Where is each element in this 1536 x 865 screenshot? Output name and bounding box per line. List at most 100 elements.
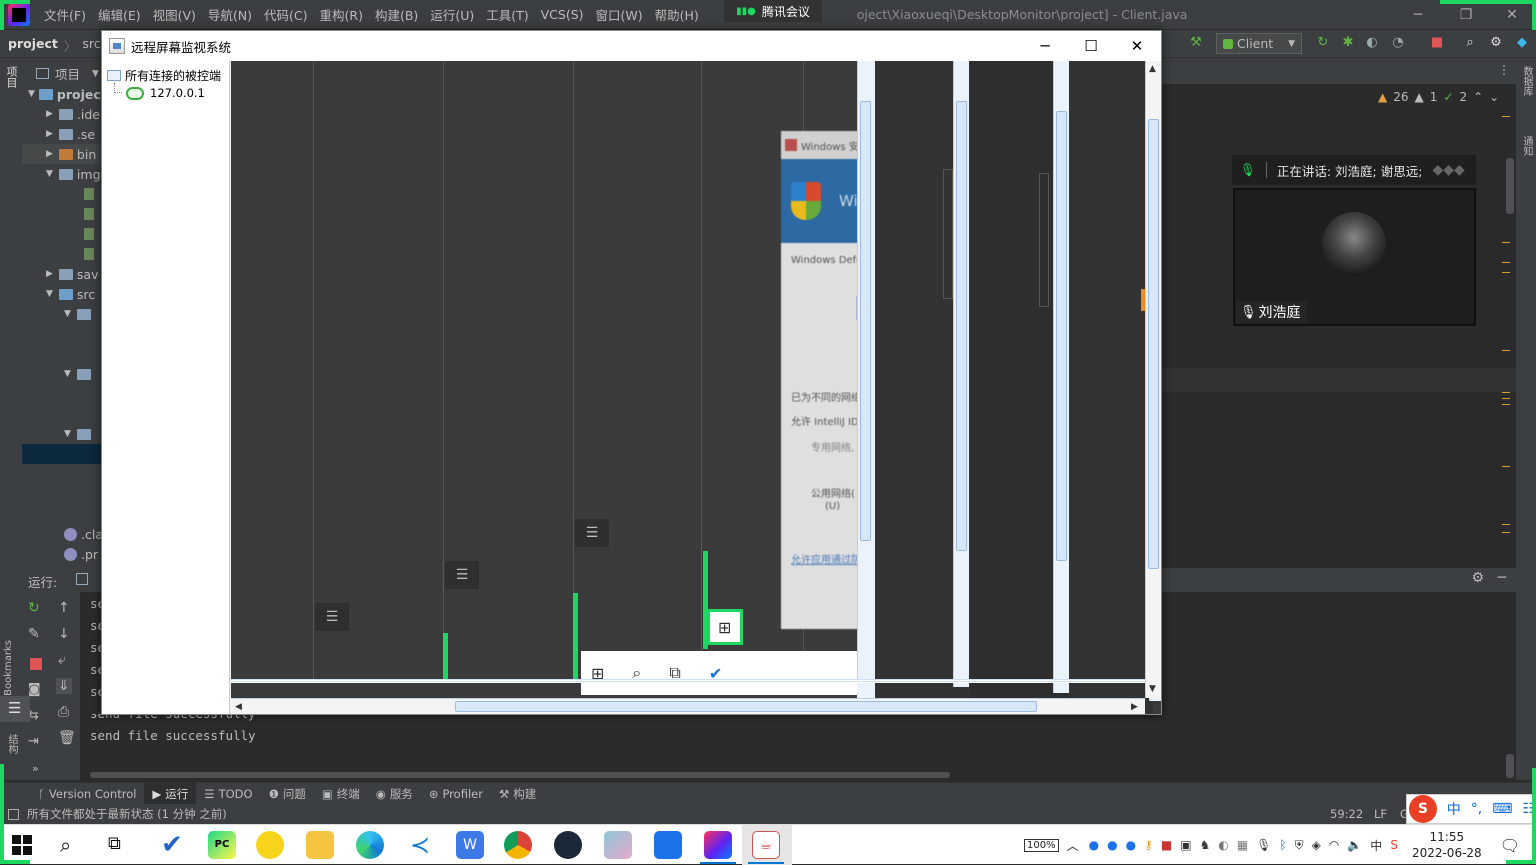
database-tool-button[interactable]: 数据库 (1518, 66, 1534, 96)
monitor-vscroll-thumb[interactable] (1148, 119, 1159, 569)
tray-app-icon[interactable]: ● (1089, 838, 1099, 852)
scroll-to-end-icon[interactable]: ⇓ (56, 678, 72, 694)
scroll-left-arrow-icon[interactable]: ◀ (235, 701, 242, 713)
scroll-down-arrow-icon[interactable]: ▼ (1149, 683, 1156, 695)
scroll-right-arrow-icon[interactable]: ▶ (1131, 701, 1138, 713)
tray-app-icon[interactable]: ■ (1161, 838, 1172, 852)
windows-start-icon[interactable] (12, 835, 32, 855)
run-tab-icon[interactable] (76, 573, 88, 585)
task-view-icon[interactable]: ⧉ (108, 833, 121, 854)
edge-icon[interactable] (356, 831, 384, 859)
microsoft-todo-icon[interactable]: ✔ (158, 831, 186, 859)
status-toggle-icon[interactable] (8, 808, 19, 820)
camera-icon[interactable]: ◙ (28, 682, 41, 697)
tree-client-node[interactable]: 127.0.0.1 (126, 86, 205, 100)
structure-active-icon[interactable]: ☰ (0, 696, 30, 722)
trash-icon[interactable]: 🗑 (58, 730, 76, 746)
wrench-icon[interactable]: ✎ (28, 626, 40, 642)
more-actions-icon[interactable]: » (32, 762, 39, 775)
menu-tools[interactable]: 工具(T) (480, 5, 534, 24)
tab-todo[interactable]: ☰ TODO (196, 783, 260, 805)
gear-icon[interactable]: ⚙ (1471, 570, 1484, 586)
ide-minimize-button[interactable]: ─ (1394, 0, 1442, 30)
tencent-meeting-badge[interactable]: ▮▮● 腾讯会议 (724, 0, 822, 22)
tencent-meeting-icon[interactable] (654, 831, 682, 859)
tray-app-icon[interactable]: ◐ (1218, 838, 1228, 852)
tree-item-bin[interactable]: ▶ bin (22, 144, 102, 164)
chevron-up-icon[interactable]: ︿ (1067, 837, 1079, 854)
status-message[interactable]: 所有文件都处于最新状态 (1 分钟 之前) (27, 806, 227, 822)
exit-icon[interactable]: ⇥ (28, 734, 39, 749)
menu-run[interactable]: 运行(U) (424, 5, 480, 24)
chevron-down-icon[interactable]: ⌄ (1489, 90, 1499, 104)
coverage-icon[interactable]: ◐ (1364, 35, 1380, 51)
more-icon[interactable]: ⋮ (1498, 63, 1510, 77)
run-config-select[interactable]: Client ▼ (1216, 33, 1302, 54)
intellij-idea-icon[interactable] (704, 831, 732, 859)
menu-edit[interactable]: 编辑(E) (92, 5, 147, 24)
stop-icon[interactable] (30, 658, 42, 670)
rerun-icon[interactable]: ↻ (1315, 35, 1331, 51)
pycharm-icon[interactable]: PC (208, 831, 236, 859)
update-icon[interactable]: ◆ (1514, 35, 1530, 51)
shield-icon[interactable]: ⛨ (1295, 838, 1304, 853)
stop-icon[interactable]: ■ (1429, 35, 1445, 51)
breadcrumb-src[interactable]: src (82, 36, 100, 55)
arrow-up-icon[interactable]: ↑ (58, 600, 70, 616)
keyboard-icon[interactable]: ⌨ (1492, 801, 1512, 817)
menu-code[interactable]: 代码(C) (258, 5, 313, 24)
sogou-tray-icon[interactable]: S (1390, 838, 1398, 852)
menu-help[interactable]: 帮助(H) (649, 5, 705, 24)
tray-app-icon[interactable]: ● (1126, 838, 1136, 852)
tab-services[interactable]: ◉ 服务 (368, 783, 421, 805)
menu-file[interactable]: 文件(F) (38, 5, 92, 24)
menu-navigate[interactable]: 导航(N) (202, 5, 258, 24)
debug-bug-icon[interactable]: ✱ (1340, 35, 1356, 51)
tab-problems[interactable]: ❶ 问题 (261, 783, 314, 805)
search-icon[interactable]: ⌕ (60, 833, 71, 857)
project-tool-button[interactable]: 项目 (3, 66, 19, 88)
menu-view[interactable]: 视图(V) (147, 5, 202, 24)
tree-root-clients[interactable]: 所有连接的被控端 (107, 67, 221, 84)
monitor-close-button[interactable]: ✕ (1114, 31, 1160, 61)
wps-icon[interactable]: W (456, 831, 484, 859)
tray-cat-icon[interactable]: ♞ (1200, 838, 1211, 852)
tray-app-icon[interactable]: ● (1107, 838, 1117, 852)
breadcrumb-project[interactable]: project (8, 36, 58, 55)
menu-refactor[interactable]: 重构(R) (314, 5, 369, 24)
arrow-down-icon[interactable]: ↓ (58, 626, 70, 642)
remote-screen-view[interactable]: ☰ ☰ ☰ Windows 安全 Wind Windows Defend 已为不… (231, 61, 1161, 714)
steam-icon[interactable] (554, 831, 582, 859)
minimize-panel-icon[interactable]: ─ (1498, 570, 1506, 586)
ime-mode[interactable]: 中 (1447, 799, 1461, 819)
menu-window[interactable]: 窗口(W) (590, 5, 649, 24)
monitor-hscrollbar[interactable]: ◀ ▶ (231, 698, 1145, 714)
print-icon[interactable]: ⎙ (58, 704, 69, 720)
tray-app-icon[interactable]: ▦ (1237, 838, 1248, 852)
structure-tool-button[interactable]: 结构 (3, 734, 19, 754)
ime-indicator[interactable]: 中 (1370, 837, 1382, 854)
tray-bluetooth-icon[interactable]: ᛒ (1279, 838, 1286, 852)
battery-indicator[interactable]: 100% (1024, 838, 1059, 852)
gear-icon[interactable]: ⚙ (1488, 35, 1504, 51)
project-panel-header[interactable]: 项目 ▼ (36, 64, 99, 83)
menu-build[interactable]: 构建(B) (369, 5, 424, 24)
scroll-up-arrow-icon[interactable]: ▲ (1149, 63, 1156, 75)
editor-scrollbar-thumb[interactable] (1506, 158, 1514, 214)
clock[interactable]: 11:55 2022-06-28 (1412, 829, 1482, 861)
tab-terminal[interactable]: ▣ 终端 (314, 783, 368, 805)
line-separator[interactable]: LF (1374, 807, 1387, 821)
punctuation-icon[interactable]: °, (1471, 801, 1482, 817)
wifi-icon[interactable]: ◠ (1329, 838, 1339, 852)
chevron-up-icon[interactable]: ⌃ (1473, 90, 1483, 104)
ide-restore-button[interactable]: ❐ (1442, 0, 1490, 30)
caret-position[interactable]: 59:22 (1330, 807, 1363, 821)
game-app-icon[interactable] (604, 831, 632, 859)
vscode-icon[interactable]: ≺ (406, 831, 434, 859)
monitor-vscrollbar[interactable]: ▲ ▼ (1145, 61, 1161, 698)
chrome-icon[interactable] (504, 831, 532, 859)
bookmarks-tool-button[interactable]: Bookmarks (3, 640, 19, 696)
microphone-icon[interactable]: 🎙 (1256, 838, 1271, 852)
tray-app-icon[interactable]: ▣ (1180, 838, 1191, 852)
inspection-widget[interactable]: ▲ 26 ▲ 1 ✓ 2 ⌃ ⌄ (1378, 90, 1499, 104)
